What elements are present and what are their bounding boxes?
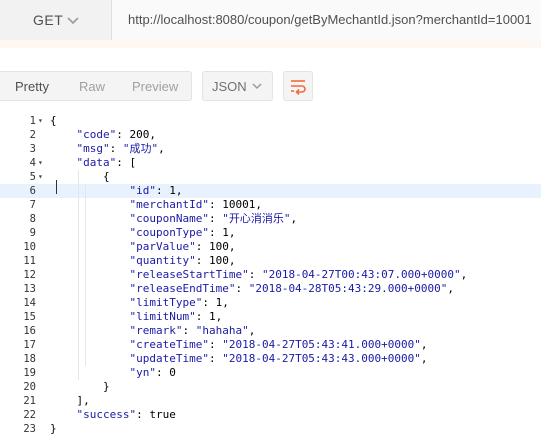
code-text: { (50, 114, 57, 127)
code-line: 19 "yn": 0 (0, 366, 541, 380)
line-number: 16 (23, 325, 36, 337)
request-bar: GET http://localhost:8080/coupon/getByMe… (0, 0, 541, 40)
line-number: 4 (29, 157, 36, 169)
code-line: 15 "limitNum": 1, (0, 310, 541, 324)
code-text: ], (50, 394, 90, 407)
line-number: 7 (29, 199, 36, 211)
code-text: "id": 1, (129, 184, 183, 197)
code-line: 10 "parValue": 100, (0, 240, 541, 254)
text-cursor (56, 180, 57, 194)
view-tabs: Pretty Raw Preview (0, 71, 192, 101)
code-text: "couponName": "开心消消乐", (129, 212, 298, 225)
line-number: 2 (29, 129, 36, 141)
code-line: 14 "limitType": 1, (0, 296, 541, 310)
line-number: 22 (23, 409, 36, 421)
code-line: 18 "updateTime": "2018-04-27T05:43:43.00… (0, 352, 541, 366)
code-line: 7 "merchantId": 10001, (0, 198, 541, 212)
line-number: 10 (23, 241, 36, 253)
indent-guide (78, 170, 80, 380)
divider-strip (0, 40, 541, 48)
fold-toggle-icon[interactable]: ▾ (38, 156, 46, 170)
code-text: "releaseEndTime": "2018-04-28T05:43:29.0… (129, 282, 455, 295)
line-number: 12 (23, 269, 36, 281)
line-number: 8 (29, 213, 36, 225)
line-number: 17 (23, 339, 36, 351)
code-line: 4 ▾ "data": [ (0, 156, 541, 170)
fold-toggle-icon[interactable]: ▾ (38, 170, 46, 184)
url-text: http://localhost:8080/coupon/getByMechan… (128, 12, 532, 27)
code-text: "yn": 0 (129, 366, 176, 379)
tab-preview[interactable]: Preview (132, 79, 178, 94)
line-number: 14 (23, 297, 36, 309)
code-text: "merchantId": 10001, (129, 198, 262, 211)
method-select[interactable]: GET (0, 0, 112, 40)
code-text: } (50, 380, 110, 393)
response-toolbar: Pretty Raw Preview JSON (0, 48, 541, 110)
chevron-down-icon (252, 83, 262, 90)
code-line: 16 "remark": "hahaha", (0, 324, 541, 338)
code-text: "code": 200, (76, 128, 157, 141)
line-number: 19 (23, 367, 36, 379)
line-number: 3 (29, 143, 36, 155)
code-line: 5 ▾ { (0, 170, 541, 184)
code-line: 12 "releaseStartTime": "2018-04-27T00:43… (0, 268, 541, 282)
line-number: 21 (23, 395, 36, 407)
code-line: 13 "releaseEndTime": "2018-04-28T05:43:2… (0, 282, 541, 296)
code-text: "limitType": 1, (129, 296, 229, 309)
code-text: { (50, 170, 110, 183)
indent-guide (85, 184, 86, 366)
wrap-lines-button[interactable] (283, 71, 313, 101)
code-line: 20 } (0, 380, 541, 394)
line-number: 13 (23, 283, 36, 295)
url-input[interactable]: http://localhost:8080/coupon/getByMechan… (112, 0, 541, 40)
code-text: "createTime": "2018-04-27T05:43:41.000+0… (129, 338, 428, 351)
line-number: 20 (23, 381, 36, 393)
code-line: 2 "code": 200, (0, 128, 541, 142)
method-label: GET (33, 12, 64, 28)
code-line: 22 "success": true (0, 408, 541, 422)
line-number: 6 (29, 185, 36, 197)
code-line: 23} (0, 422, 541, 436)
chevron-down-icon (67, 17, 79, 25)
code-text: "remark": "hahaha", (129, 324, 256, 337)
line-number: 9 (29, 227, 36, 239)
line-number: 1 (29, 115, 36, 127)
line-number: 15 (23, 311, 36, 323)
code-text: "updateTime": "2018-04-27T05:43:43.000+0… (129, 352, 428, 365)
code-text: "limitNum": 1, (129, 310, 223, 323)
code-line: 8 "couponName": "开心消消乐", (0, 212, 541, 226)
line-number: 23 (23, 423, 36, 435)
tab-pretty[interactable]: Pretty (15, 79, 49, 94)
line-number: 11 (23, 255, 36, 267)
fold-toggle-icon[interactable]: ▾ (38, 114, 46, 128)
code-line: 21 ], (0, 394, 541, 408)
line-number: 18 (23, 353, 36, 365)
wrap-lines-icon (291, 80, 306, 95)
response-body[interactable]: 1 ▾{2 "code": 200, 3 "msg": "成功", 4 ▾ "data"… (0, 110, 541, 447)
code-text: "data": [ (76, 156, 137, 169)
code-text: } (50, 422, 57, 435)
code-line: 9 "couponType": 1, (0, 226, 541, 240)
code-text: "msg": "成功", (76, 142, 165, 155)
code-line: 3 "msg": "成功", (0, 142, 541, 156)
line-number: 5 (29, 171, 36, 183)
code-line: 11 "quantity": 100, (0, 254, 541, 268)
code-line: 17 "createTime": "2018-04-27T05:43:41.00… (0, 338, 541, 352)
format-select[interactable]: JSON (202, 71, 273, 101)
code-text: "success": true (76, 408, 176, 421)
tab-raw[interactable]: Raw (79, 79, 105, 94)
code-line: 1 ▾ { (0, 114, 541, 128)
code-text: "releaseStartTime": "2018-04-27T00:43:07… (129, 268, 468, 281)
code-line: 6 "id": 1, (0, 184, 541, 198)
format-label: JSON (212, 79, 247, 94)
